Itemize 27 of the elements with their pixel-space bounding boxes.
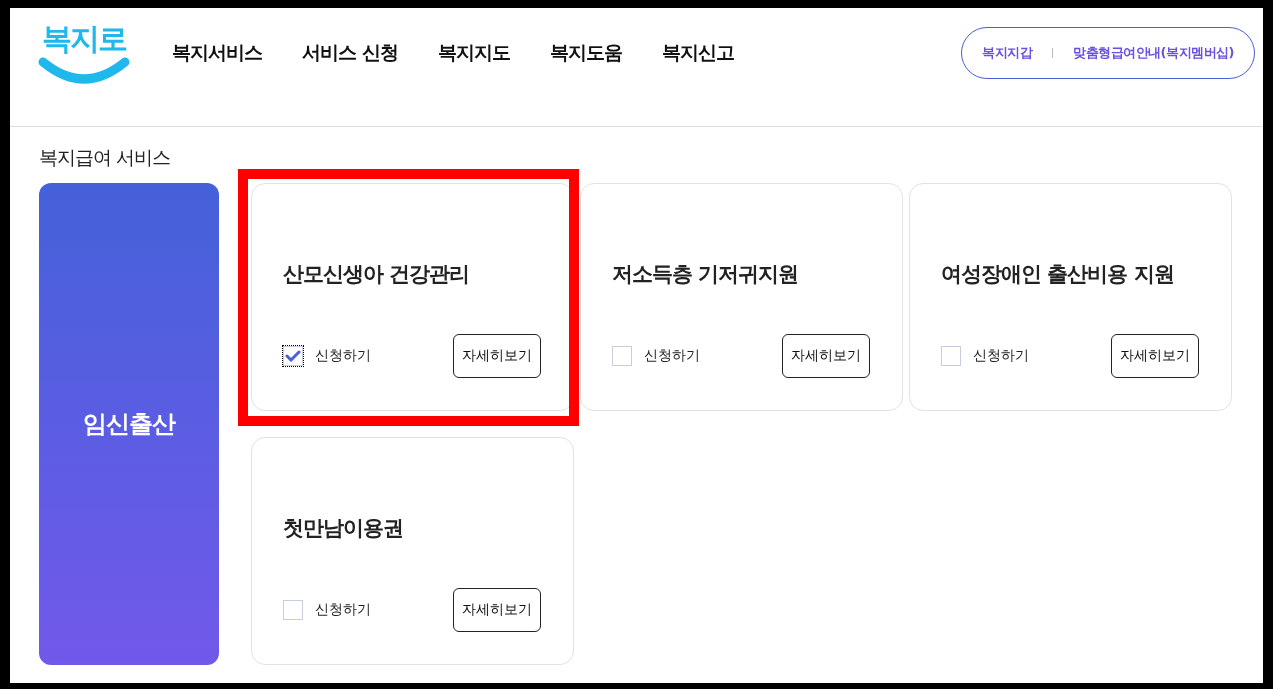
nav-link[interactable]: 복지신고 [661,40,734,66]
detail-button[interactable]: 자세히보기 [782,334,870,378]
service-title: 산모신생아 건강관리 [283,261,471,288]
header-link[interactable]: 맞춤형급여안내(복지멤버십) [1073,44,1234,62]
apply-checkbox[interactable] [283,346,303,366]
detail-button[interactable]: 자세히보기 [453,334,541,378]
detail-button[interactable]: 자세히보기 [453,588,541,632]
smile-icon [38,56,130,84]
apply-checkbox[interactable] [941,346,961,366]
apply-checkbox[interactable] [612,346,632,366]
header-link[interactable]: 복지지갑 [982,44,1033,62]
logo-text: 복지로 [42,24,126,54]
service-title: 여성장애인 출산비용 지원 [941,261,1175,288]
service-title: 첫만남이용권 [283,515,404,542]
apply-label[interactable]: 신청하기 [315,601,371,619]
apply-label[interactable]: 신청하기 [315,347,371,365]
nav-link[interactable]: 복지서비스 [172,40,262,66]
service-title: 저소득층 기저귀지원 [612,261,800,288]
detail-button[interactable]: 자세히보기 [1111,334,1199,378]
category-panel[interactable]: 임신출산 [39,183,219,665]
nav-link[interactable]: 복지지도 [437,40,510,66]
apply-label[interactable]: 신청하기 [644,347,700,365]
apply-label[interactable]: 신청하기 [973,347,1029,365]
section-title: 복지급여 서비스 [39,145,172,170]
apply-checkbox[interactable] [283,600,303,620]
nav-link[interactable]: 복지도움 [549,40,622,66]
nav-link[interactable]: 서비스 신청 [302,40,398,66]
